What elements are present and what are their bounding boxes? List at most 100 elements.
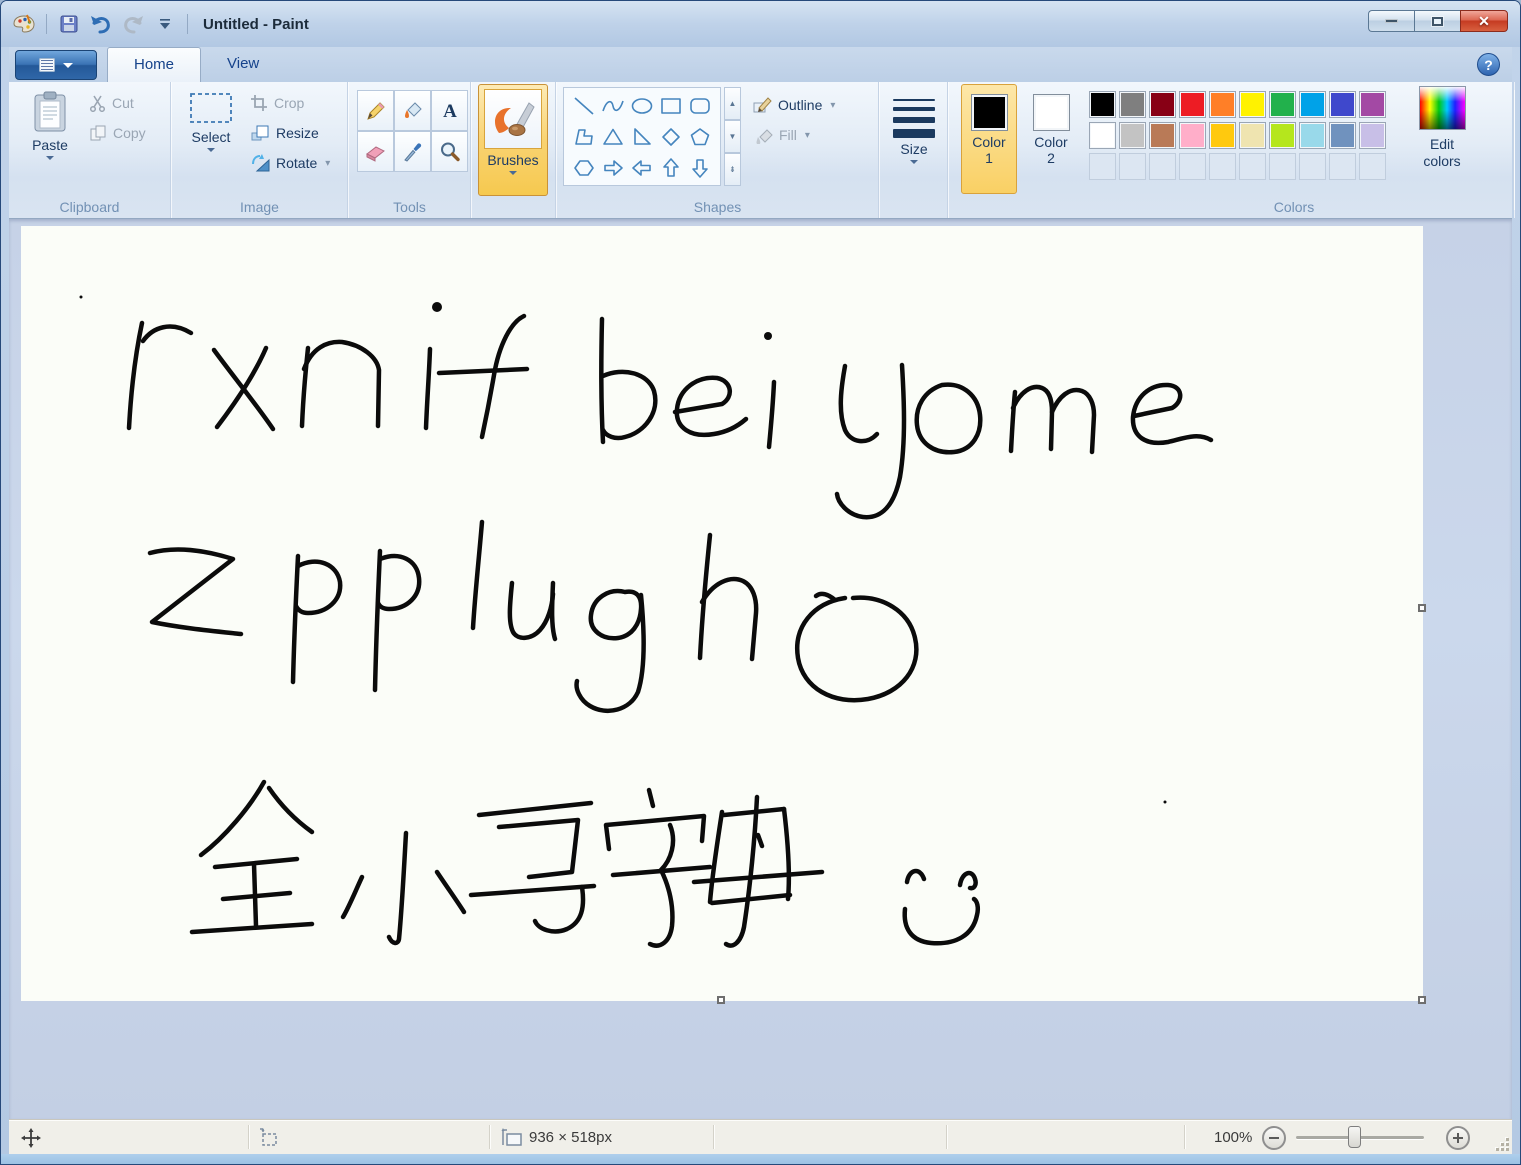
copy-button[interactable]: Copy [89,120,146,146]
palette-swatch[interactable] [1269,122,1296,149]
zoom-in-button[interactable] [1446,1126,1470,1150]
shape-arrow-right[interactable] [599,152,628,183]
application-menu-button[interactable] [15,50,97,80]
close-button[interactable]: ✕ [1460,10,1508,32]
tab-view[interactable]: View [201,47,285,82]
edit-colors-button[interactable]: Edit colors [1401,86,1483,192]
status-bar: 936 × 518px 100% [9,1119,1512,1154]
eraser-tool[interactable] [357,131,394,172]
palette-swatch[interactable] [1239,91,1266,118]
window-resize-grip[interactable] [1495,1137,1509,1151]
shapes-scroll-up[interactable]: ▲ [724,87,741,120]
canvas-resize-handle-right[interactable] [1418,604,1426,612]
shape-diamond[interactable] [657,121,686,152]
zoom-slider-thumb[interactable] [1348,1126,1361,1148]
shape-ellipse[interactable] [628,90,657,121]
restore-button[interactable] [1414,10,1460,32]
line-icon [572,94,596,118]
text-tool[interactable]: A [431,90,468,131]
qat-customize-button[interactable] [152,11,178,37]
palette-empty-slot [1269,153,1296,180]
zoom-out-button[interactable] [1262,1126,1286,1150]
canvas-resize-handle-bottom[interactable] [717,996,725,1004]
palette-swatch[interactable] [1239,122,1266,149]
palette-swatch[interactable] [1149,91,1176,118]
color2-button[interactable]: Color 2 [1023,84,1079,194]
minimize-button[interactable] [1368,10,1414,32]
palette-swatch[interactable] [1329,122,1356,149]
cursor-position-indicator [21,1120,41,1155]
color-picker-tool[interactable] [394,131,431,172]
palette-swatch[interactable] [1119,91,1146,118]
minimize-icon [1385,19,1398,23]
shape-triangle[interactable] [599,121,628,152]
chevron-down-icon: ▾ [830,100,835,111]
zoom-slider[interactable] [1296,1136,1424,1139]
rotate-button[interactable]: Rotate ▾ [250,150,330,176]
select-button[interactable]: Select [180,85,242,193]
paint-window: Untitled - Paint ✕ Home View ? Paste [0,0,1521,1165]
palette-swatch[interactable] [1209,91,1236,118]
group-tools: A Tools [349,82,471,218]
shape-pentagon[interactable] [686,121,715,152]
shape-rectangle[interactable] [657,90,686,121]
fill-with-color-tool[interactable] [394,90,431,131]
color1-button[interactable]: Color 1 [961,84,1017,194]
magnifier-tool[interactable] [431,131,468,172]
shape-arrow-down[interactable] [686,152,715,183]
ribbon-tab-row: Home View ? [9,47,1512,82]
shape-arrow-up[interactable] [657,152,686,183]
shape-polygon[interactable] [570,121,599,152]
palette-swatch[interactable] [1359,91,1386,118]
palette-swatch[interactable] [1119,122,1146,149]
shape-curve[interactable] [599,90,628,121]
palette-swatch[interactable] [1329,91,1356,118]
ellipse-icon [630,94,654,118]
polygon-icon [572,125,596,149]
palette-swatch[interactable] [1359,122,1386,149]
palette-swatch[interactable] [1299,122,1326,149]
palette-swatch[interactable] [1269,91,1296,118]
crop-button[interactable]: Crop [250,90,304,116]
tab-home[interactable]: Home [107,47,201,82]
palette-swatch[interactable] [1089,122,1116,149]
shape-line[interactable] [570,90,599,121]
image-size-icon [501,1128,523,1148]
arrow-left-icon [630,156,654,180]
svg-text:A: A [443,101,457,122]
shape-arrow-left[interactable] [628,152,657,183]
help-button[interactable]: ? [1477,53,1500,76]
palette-empty-slot [1299,153,1326,180]
pencil-tool[interactable] [357,90,394,131]
canvas-resize-handle-corner[interactable] [1418,996,1426,1004]
cut-button[interactable]: Cut [89,90,134,116]
shape-rounded-rectangle[interactable] [686,90,715,121]
palette-swatch[interactable] [1089,91,1116,118]
paste-button[interactable]: Paste [19,85,81,193]
palette-swatch[interactable] [1149,122,1176,149]
palette-swatch[interactable] [1209,122,1236,149]
shapes-scroll-down[interactable]: ▼ [724,120,741,153]
brushes-button[interactable]: Brushes [478,84,548,196]
palette-swatch[interactable] [1299,91,1326,118]
color-picker-icon [401,140,425,164]
window-title: Untitled - Paint [203,16,309,33]
group-label-image: Image [172,199,347,215]
zoom-controls: 100% [1214,1120,1470,1155]
palette-swatch[interactable] [1179,91,1206,118]
outline-button[interactable]: Outline ▾ [753,92,835,118]
fill-button[interactable]: Fill ▾ [753,122,810,148]
resize-button[interactable]: Resize [250,120,319,146]
undo-button[interactable] [88,11,114,37]
shape-right-triangle[interactable] [628,121,657,152]
shape-hexagon[interactable] [570,152,599,183]
save-button[interactable] [56,11,82,37]
fill-with-color-icon [401,99,425,123]
palette-empty-slot [1119,153,1146,180]
palette-swatch[interactable] [1179,122,1206,149]
size-button[interactable]: Size [884,84,944,196]
selection-size-icon [259,1128,279,1148]
shapes-more-button[interactable]: ⇟ [724,153,741,186]
redo-button[interactable] [120,11,146,37]
drawing-canvas[interactable] [21,226,1423,1001]
